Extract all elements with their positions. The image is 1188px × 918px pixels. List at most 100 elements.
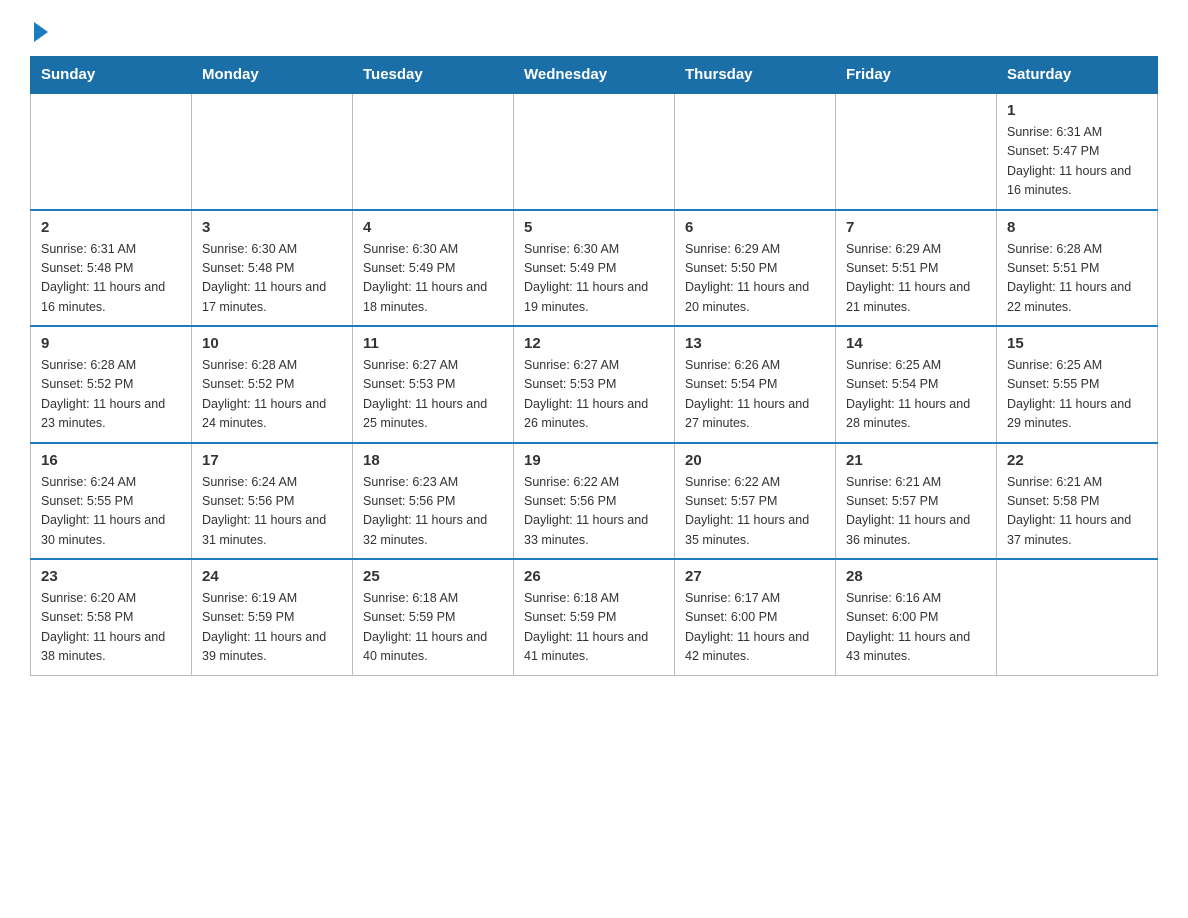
day-info: Sunrise: 6:19 AMSunset: 5:59 PMDaylight:… xyxy=(202,589,342,667)
day-number: 17 xyxy=(202,452,342,469)
day-number: 18 xyxy=(363,452,503,469)
calendar-cell: 12 Sunrise: 6:27 AMSunset: 5:53 PMDayligh… xyxy=(514,326,675,443)
calendar-cell xyxy=(353,93,514,210)
calendar-cell: 19 Sunrise: 6:22 AMSunset: 5:56 PMDayligh… xyxy=(514,443,675,560)
calendar-cell: 8 Sunrise: 6:28 AMSunset: 5:51 PMDaylight… xyxy=(997,210,1158,327)
day-info: Sunrise: 6:29 AMSunset: 5:50 PMDaylight:… xyxy=(685,240,825,318)
calendar-cell: 11 Sunrise: 6:27 AMSunset: 5:53 PMDayligh… xyxy=(353,326,514,443)
day-of-week-header: Wednesday xyxy=(514,57,675,94)
calendar-cell: 3Sunrise: 6:30 AMSunset: 5:48 PMDaylight… xyxy=(192,210,353,327)
day-info: Sunrise: 6:18 AMSunset: 5:59 PMDaylight:… xyxy=(363,589,503,667)
day-number: 12 xyxy=(524,335,664,352)
day-info: Sunrise: 6:27 AMSunset: 5:53 PMDaylight:… xyxy=(363,356,503,434)
calendar-cell: 27 Sunrise: 6:17 AMSunset: 6:00 PMDayligh… xyxy=(675,559,836,675)
calendar-cell: 5 Sunrise: 6:30 AMSunset: 5:49 PMDaylight… xyxy=(514,210,675,327)
day-info: Sunrise: 6:24 AMSunset: 5:55 PMDaylight:… xyxy=(41,473,181,551)
day-info: Sunrise: 6:25 AMSunset: 5:55 PMDaylight:… xyxy=(1007,356,1147,434)
calendar-cell: 23 Sunrise: 6:20 AMSunset: 5:58 PMDayligh… xyxy=(31,559,192,675)
day-info: Sunrise: 6:20 AMSunset: 5:58 PMDaylight:… xyxy=(41,589,181,667)
logo xyxy=(30,20,48,38)
day-of-week-header: Saturday xyxy=(997,57,1158,94)
day-number: 10 xyxy=(202,335,342,352)
calendar-cell: 16 Sunrise: 6:24 AMSunset: 5:55 PMDayligh… xyxy=(31,443,192,560)
day-number: 23 xyxy=(41,568,181,585)
calendar-cell: 7Sunrise: 6:29 AMSunset: 5:51 PMDaylight… xyxy=(836,210,997,327)
calendar-header-row: SundayMondayTuesdayWednesdayThursdayFrid… xyxy=(31,57,1158,94)
day-info: Sunrise: 6:24 AMSunset: 5:56 PMDaylight:… xyxy=(202,473,342,551)
calendar-cell: 1 Sunrise: 6:31 AMSunset: 5:47 PMDaylight… xyxy=(997,93,1158,210)
day-number: 11 xyxy=(363,335,503,352)
calendar-cell: 24 Sunrise: 6:19 AMSunset: 5:59 PMDayligh… xyxy=(192,559,353,675)
day-number: 14 xyxy=(846,335,986,352)
day-info: Sunrise: 6:22 AMSunset: 5:56 PMDaylight:… xyxy=(524,473,664,551)
calendar-cell: 6 Sunrise: 6:29 AMSunset: 5:50 PMDaylight… xyxy=(675,210,836,327)
calendar-week-row: 23 Sunrise: 6:20 AMSunset: 5:58 PMDayligh… xyxy=(31,559,1158,675)
day-number: 21 xyxy=(846,452,986,469)
calendar-week-row: 1 Sunrise: 6:31 AMSunset: 5:47 PMDaylight… xyxy=(31,93,1158,210)
day-number: 13 xyxy=(685,335,825,352)
day-info: Sunrise: 6:17 AMSunset: 6:00 PMDaylight:… xyxy=(685,589,825,667)
day-info: Sunrise: 6:18 AMSunset: 5:59 PMDaylight:… xyxy=(524,589,664,667)
calendar-cell: 18 Sunrise: 6:23 AMSunset: 5:56 PMDayligh… xyxy=(353,443,514,560)
calendar-cell: 25 Sunrise: 6:18 AMSunset: 5:59 PMDayligh… xyxy=(353,559,514,675)
day-info: Sunrise: 6:25 AMSunset: 5:54 PMDaylight:… xyxy=(846,356,986,434)
day-info: Sunrise: 6:28 AMSunset: 5:51 PMDaylight:… xyxy=(1007,240,1147,318)
day-info: Sunrise: 6:28 AMSunset: 5:52 PMDaylight:… xyxy=(41,356,181,434)
page-header xyxy=(30,20,1158,38)
day-number: 25 xyxy=(363,568,503,585)
calendar-cell xyxy=(997,559,1158,675)
day-number: 8 xyxy=(1007,219,1147,236)
day-info: Sunrise: 6:23 AMSunset: 5:56 PMDaylight:… xyxy=(363,473,503,551)
day-info: Sunrise: 6:21 AMSunset: 5:57 PMDaylight:… xyxy=(846,473,986,551)
calendar-cell xyxy=(31,93,192,210)
day-info: Sunrise: 6:31 AMSunset: 5:48 PMDaylight:… xyxy=(41,240,181,318)
day-info: Sunrise: 6:30 AMSunset: 5:49 PMDaylight:… xyxy=(363,240,503,318)
day-number: 16 xyxy=(41,452,181,469)
day-info: Sunrise: 6:16 AMSunset: 6:00 PMDaylight:… xyxy=(846,589,986,667)
day-number: 24 xyxy=(202,568,342,585)
day-number: 28 xyxy=(846,568,986,585)
day-of-week-header: Thursday xyxy=(675,57,836,94)
calendar-cell: 28 Sunrise: 6:16 AMSunset: 6:00 PMDayligh… xyxy=(836,559,997,675)
day-number: 6 xyxy=(685,219,825,236)
calendar-week-row: 2 Sunrise: 6:31 AMSunset: 5:48 PMDaylight… xyxy=(31,210,1158,327)
day-of-week-header: Sunday xyxy=(31,57,192,94)
day-number: 2 xyxy=(41,219,181,236)
day-number: 22 xyxy=(1007,452,1147,469)
day-info: Sunrise: 6:28 AMSunset: 5:52 PMDaylight:… xyxy=(202,356,342,434)
day-number: 7 xyxy=(846,219,986,236)
calendar-cell: 4 Sunrise: 6:30 AMSunset: 5:49 PMDaylight… xyxy=(353,210,514,327)
day-info: Sunrise: 6:26 AMSunset: 5:54 PMDaylight:… xyxy=(685,356,825,434)
calendar-cell xyxy=(514,93,675,210)
calendar-cell: 2 Sunrise: 6:31 AMSunset: 5:48 PMDaylight… xyxy=(31,210,192,327)
calendar-table: SundayMondayTuesdayWednesdayThursdayFrid… xyxy=(30,56,1158,676)
calendar-cell xyxy=(836,93,997,210)
calendar-cell xyxy=(192,93,353,210)
calendar-cell: 26 Sunrise: 6:18 AMSunset: 5:59 PMDayligh… xyxy=(514,559,675,675)
day-number: 27 xyxy=(685,568,825,585)
day-number: 26 xyxy=(524,568,664,585)
day-info: Sunrise: 6:21 AMSunset: 5:58 PMDaylight:… xyxy=(1007,473,1147,551)
calendar-cell: 15 Sunrise: 6:25 AMSunset: 5:55 PMDayligh… xyxy=(997,326,1158,443)
logo-triangle-icon xyxy=(34,22,48,42)
day-number: 4 xyxy=(363,219,503,236)
calendar-cell: 17 Sunrise: 6:24 AMSunset: 5:56 PMDayligh… xyxy=(192,443,353,560)
calendar-cell: 22 Sunrise: 6:21 AMSunset: 5:58 PMDayligh… xyxy=(997,443,1158,560)
day-number: 15 xyxy=(1007,335,1147,352)
day-number: 1 xyxy=(1007,102,1147,119)
day-info: Sunrise: 6:30 AMSunset: 5:49 PMDaylight:… xyxy=(524,240,664,318)
day-info: Sunrise: 6:27 AMSunset: 5:53 PMDaylight:… xyxy=(524,356,664,434)
day-info: Sunrise: 6:31 AMSunset: 5:47 PMDaylight:… xyxy=(1007,123,1147,201)
calendar-cell: 9Sunrise: 6:28 AMSunset: 5:52 PMDaylight… xyxy=(31,326,192,443)
calendar-cell: 14 Sunrise: 6:25 AMSunset: 5:54 PMDayligh… xyxy=(836,326,997,443)
day-info: Sunrise: 6:30 AMSunset: 5:48 PMDaylight:… xyxy=(202,240,342,318)
day-number: 19 xyxy=(524,452,664,469)
calendar-cell: 20 Sunrise: 6:22 AMSunset: 5:57 PMDayligh… xyxy=(675,443,836,560)
day-info: Sunrise: 6:22 AMSunset: 5:57 PMDaylight:… xyxy=(685,473,825,551)
day-number: 5 xyxy=(524,219,664,236)
day-of-week-header: Friday xyxy=(836,57,997,94)
day-of-week-header: Tuesday xyxy=(353,57,514,94)
calendar-cell xyxy=(675,93,836,210)
calendar-cell: 21 Sunrise: 6:21 AMSunset: 5:57 PMDayligh… xyxy=(836,443,997,560)
day-number: 20 xyxy=(685,452,825,469)
